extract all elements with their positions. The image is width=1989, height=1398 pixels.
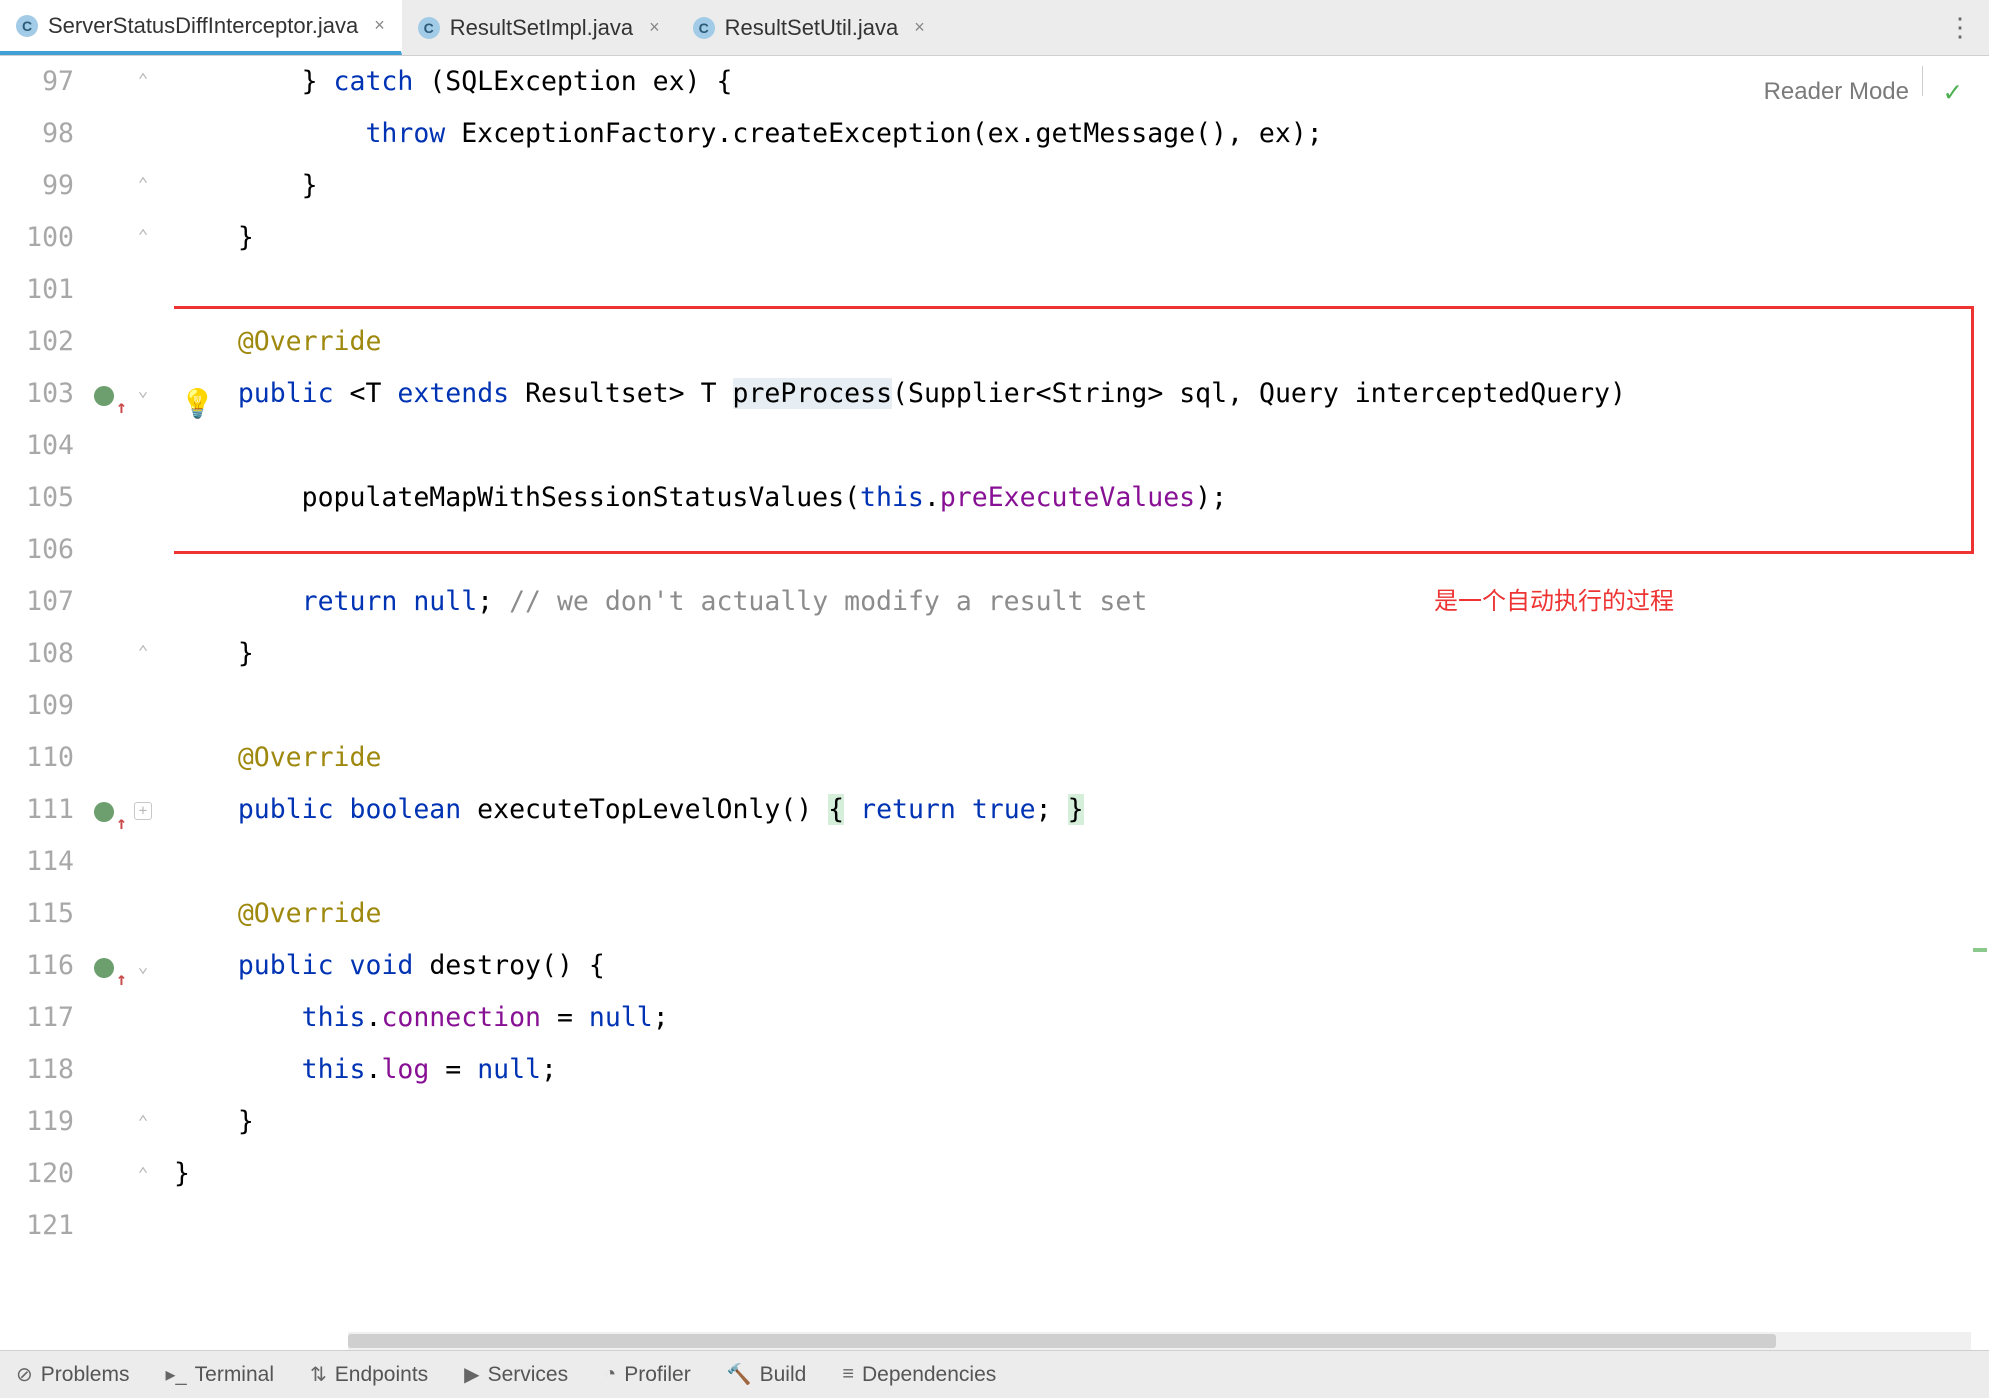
tool-label: Problems	[41, 1363, 130, 1387]
line-number-gutter: 97 98 99 100 101 102 103 104 105 106 107…	[0, 56, 92, 1350]
override-gutter-icon[interactable]	[94, 958, 114, 978]
fold-strip: ⌃ ⌃ ⌃ ⌄ ⌃ + ⌄ ⌃ ⌃	[128, 56, 174, 1350]
code-area[interactable]: Reader Mode ✓ } catch (SQLException ex) …	[174, 56, 1989, 1350]
terminal-tool-button[interactable]: ▸_ Terminal	[165, 1362, 274, 1387]
problems-icon: ⊘	[16, 1362, 33, 1387]
close-icon[interactable]: ×	[649, 17, 660, 38]
fold-end-icon[interactable]: ⌃	[134, 1114, 152, 1132]
tool-label: Terminal	[195, 1363, 274, 1387]
services-tool-button[interactable]: ▶ Services	[464, 1362, 568, 1387]
fold-end-icon[interactable]: ⌃	[134, 1166, 152, 1184]
endpoints-tool-button[interactable]: ⇅ Endpoints	[310, 1362, 428, 1387]
line-number: 100	[0, 212, 74, 264]
tab-label: ResultSetUtil.java	[725, 15, 899, 41]
line-number: 98	[0, 108, 74, 160]
line-number: 121	[0, 1200, 74, 1252]
up-arrow-icon: ↑	[116, 954, 127, 1006]
line-number: 109	[0, 680, 74, 732]
line-number: 106	[0, 524, 74, 576]
line-number: 114	[0, 836, 74, 888]
bottom-tool-window-bar: ⊘ Problems ▸_ Terminal ⇅ Endpoints ▶ Service…	[0, 1350, 1989, 1398]
override-gutter-icon[interactable]	[94, 386, 114, 406]
code-editor[interactable]: 97 98 99 100 101 102 103 104 105 106 107…	[0, 56, 1989, 1350]
endpoints-icon: ⇅	[310, 1362, 327, 1387]
line-number: 102	[0, 316, 74, 368]
tool-label: Dependencies	[862, 1363, 996, 1387]
java-class-icon: C	[418, 17, 440, 39]
tab-file-3[interactable]: C ResultSetUtil.java ×	[677, 0, 942, 55]
tool-label: Profiler	[624, 1363, 691, 1387]
java-class-icon: C	[16, 15, 38, 37]
tool-label: Build	[760, 1363, 807, 1387]
fold-end-icon[interactable]: ⌃	[134, 228, 152, 246]
line-number: 103	[0, 368, 74, 420]
line-number: 101	[0, 264, 74, 316]
line-number: 118	[0, 1044, 74, 1096]
gutter-icon-strip: ↑ ↑ ↑	[92, 56, 128, 1350]
line-number: 99	[0, 160, 74, 212]
line-number: 105	[0, 472, 74, 524]
line-number: 110	[0, 732, 74, 784]
tab-label: ServerStatusDiffInterceptor.java	[48, 13, 358, 39]
vertical-scrollbar[interactable]	[1971, 56, 1989, 1350]
fold-end-icon[interactable]: ⌃	[134, 176, 152, 194]
up-arrow-icon: ↑	[116, 798, 127, 850]
profiler-tool-button[interactable]: ◔ Profiler	[604, 1363, 691, 1387]
dependencies-tool-button[interactable]: ≡ Dependencies	[842, 1363, 996, 1387]
horizontal-scrollbar[interactable]	[348, 1332, 1971, 1350]
kebab-menu-icon[interactable]: ⋮	[1947, 0, 1971, 55]
fold-start-icon[interactable]: ⌄	[134, 958, 152, 976]
line-number: 117	[0, 992, 74, 1044]
fold-end-icon[interactable]: ⌃	[134, 644, 152, 662]
fold-expand-icon[interactable]: +	[134, 802, 152, 820]
tab-file-2[interactable]: C ResultSetImpl.java ×	[402, 0, 677, 55]
scroll-marker	[1973, 948, 1987, 952]
line-number: 107	[0, 576, 74, 628]
line-number: 119	[0, 1096, 74, 1148]
build-icon: 🔨	[727, 1362, 752, 1387]
editor-tabs-bar: C ServerStatusDiffInterceptor.java × C R…	[0, 0, 1989, 56]
line-number: 108	[0, 628, 74, 680]
line-number: 120	[0, 1148, 74, 1200]
profiler-icon: ◔	[604, 1363, 616, 1386]
fold-start-icon[interactable]: ⌄	[134, 382, 152, 400]
problems-tool-button[interactable]: ⊘ Problems	[16, 1362, 129, 1387]
line-number: 116	[0, 940, 74, 992]
line-number: 104	[0, 420, 74, 472]
scrollbar-thumb[interactable]	[348, 1334, 1776, 1348]
line-number: 111	[0, 784, 74, 836]
tab-file-1[interactable]: C ServerStatusDiffInterceptor.java ×	[0, 0, 402, 55]
tool-label: Services	[488, 1363, 569, 1387]
line-number: 97	[0, 56, 74, 108]
up-arrow-icon: ↑	[116, 382, 127, 434]
services-icon: ▶	[464, 1362, 479, 1387]
annotation-text: 是一个自动执行的过程	[1434, 576, 1674, 628]
close-icon[interactable]: ×	[914, 17, 925, 38]
build-tool-button[interactable]: 🔨 Build	[727, 1362, 807, 1387]
terminal-icon: ▸_	[165, 1362, 186, 1387]
close-icon[interactable]: ×	[374, 15, 385, 36]
fold-end-icon[interactable]: ⌃	[134, 72, 152, 90]
line-number: 115	[0, 888, 74, 940]
override-gutter-icon[interactable]	[94, 802, 114, 822]
tool-label: Endpoints	[335, 1363, 428, 1387]
dependencies-icon: ≡	[842, 1363, 854, 1386]
java-class-icon: C	[693, 17, 715, 39]
tab-label: ResultSetImpl.java	[450, 15, 633, 41]
